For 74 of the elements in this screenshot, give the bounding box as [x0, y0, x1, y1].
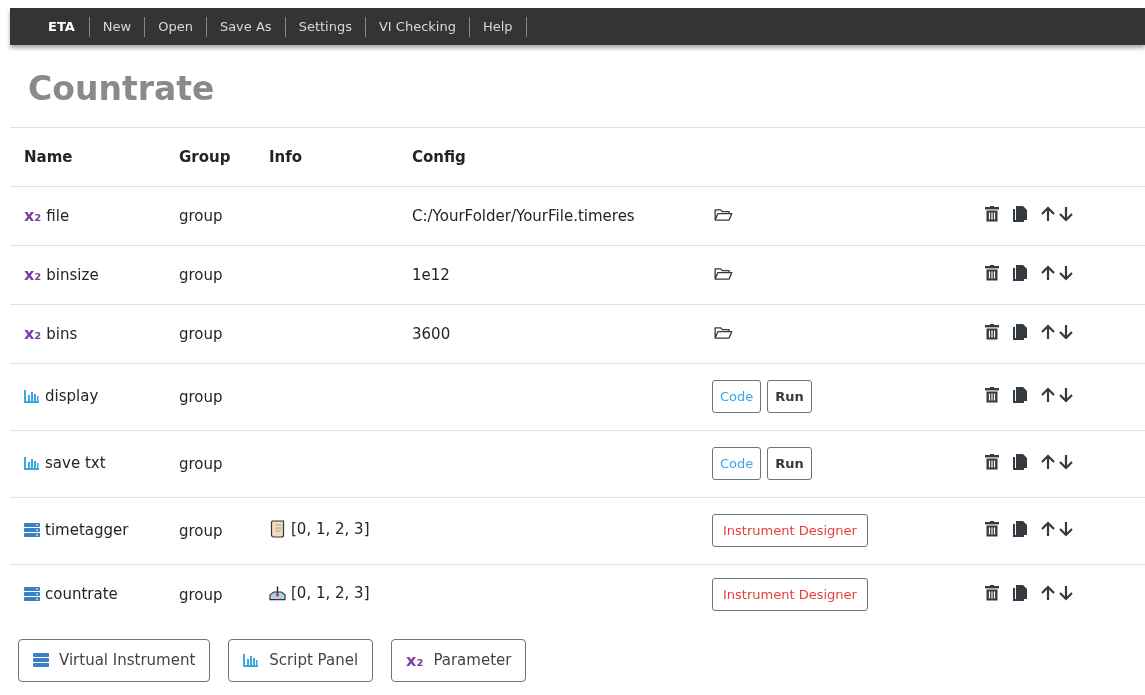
- copy-icon[interactable]: [1013, 323, 1027, 340]
- copy-icon[interactable]: [1013, 264, 1027, 281]
- variable-icon: x₂: [24, 324, 42, 344]
- column-header: Name: [24, 147, 73, 166]
- reorder-arrows-icon[interactable]: [1041, 205, 1075, 222]
- trash-icon[interactable]: [985, 453, 999, 470]
- group-name: group: [179, 265, 223, 284]
- reorder-arrows-icon[interactable]: [1041, 264, 1075, 281]
- reorder-arrows-icon[interactable]: [1041, 323, 1075, 340]
- group-name: group: [179, 206, 223, 225]
- bar-chart-icon: [24, 455, 40, 470]
- menu-link[interactable]: Help: [482, 19, 513, 34]
- menu-link[interactable]: Settings: [298, 19, 352, 34]
- reorder-arrows-icon[interactable]: [1041, 453, 1075, 470]
- group-name: group: [179, 387, 223, 406]
- copy-icon[interactable]: [1013, 584, 1027, 601]
- menu-link[interactable]: VI Checking: [378, 19, 456, 34]
- item-name: display: [45, 386, 99, 405]
- trash-icon[interactable]: [985, 264, 999, 281]
- folder-icon[interactable]: [714, 207, 733, 221]
- brand-link[interactable]: ETA: [48, 19, 75, 34]
- run-button[interactable]: Run: [767, 380, 812, 414]
- designer-button[interactable]: Instrument Designer: [712, 578, 868, 612]
- item-name: file: [46, 206, 70, 225]
- column-header: Config: [412, 147, 466, 166]
- bar-chart-icon: [24, 388, 40, 403]
- group-name: group: [179, 585, 223, 604]
- item-name: save txt: [45, 453, 106, 472]
- item-name: countrate: [45, 584, 118, 603]
- variable-icon: x₂: [24, 265, 42, 285]
- info-text: [0, 1, 2, 3]: [291, 583, 370, 602]
- group-name: group: [179, 454, 223, 473]
- column-header: Info: [269, 147, 303, 166]
- trash-icon[interactable]: [985, 520, 999, 537]
- copy-icon[interactable]: [1013, 520, 1027, 537]
- add-button[interactable]: Virtual Instrument: [18, 638, 211, 682]
- reorder-arrows-icon[interactable]: [1041, 386, 1075, 403]
- add-button[interactable]: x₂ Parameter: [391, 638, 527, 682]
- run-button[interactable]: Run: [767, 447, 812, 481]
- variable-icon: x₂: [24, 206, 42, 226]
- trash-icon[interactable]: [985, 386, 999, 403]
- item-name: binsize: [46, 265, 99, 284]
- item-name: bins: [46, 324, 78, 343]
- menu-link[interactable]: Open: [158, 19, 193, 34]
- copy-icon[interactable]: [1013, 386, 1027, 403]
- group-name: group: [179, 324, 223, 343]
- server-icon: [24, 522, 40, 537]
- item-name: timetagger: [45, 520, 129, 539]
- config-value: 1e12: [412, 265, 450, 284]
- copy-icon[interactable]: [1013, 205, 1027, 222]
- page-title: Countrate: [28, 69, 216, 109]
- menu-link[interactable]: Save As: [219, 19, 272, 34]
- tray-icon: [269, 583, 286, 602]
- folder-icon[interactable]: [714, 325, 733, 339]
- scroll-icon: [269, 519, 286, 538]
- menu-link[interactable]: New: [102, 19, 132, 34]
- trash-icon[interactable]: [985, 584, 999, 601]
- server-icon: [33, 653, 49, 668]
- variable-icon: x₂: [406, 650, 424, 670]
- trash-icon[interactable]: [985, 205, 999, 222]
- add-button[interactable]: Script Panel: [228, 638, 374, 682]
- config-value: C:/YourFolder/YourFile.timeres: [412, 206, 635, 225]
- bar-chart-icon: [243, 653, 260, 668]
- server-icon: [24, 586, 40, 601]
- reorder-arrows-icon[interactable]: [1041, 584, 1075, 601]
- info-text: [0, 1, 2, 3]: [291, 519, 370, 538]
- column-header: Group: [179, 147, 231, 166]
- config-value: 3600: [412, 324, 451, 343]
- copy-icon[interactable]: [1013, 453, 1027, 470]
- group-name: group: [179, 521, 223, 540]
- folder-icon[interactable]: [714, 266, 733, 280]
- reorder-arrows-icon[interactable]: [1041, 520, 1075, 537]
- trash-icon[interactable]: [985, 323, 999, 340]
- designer-button[interactable]: Instrument Designer: [712, 514, 868, 548]
